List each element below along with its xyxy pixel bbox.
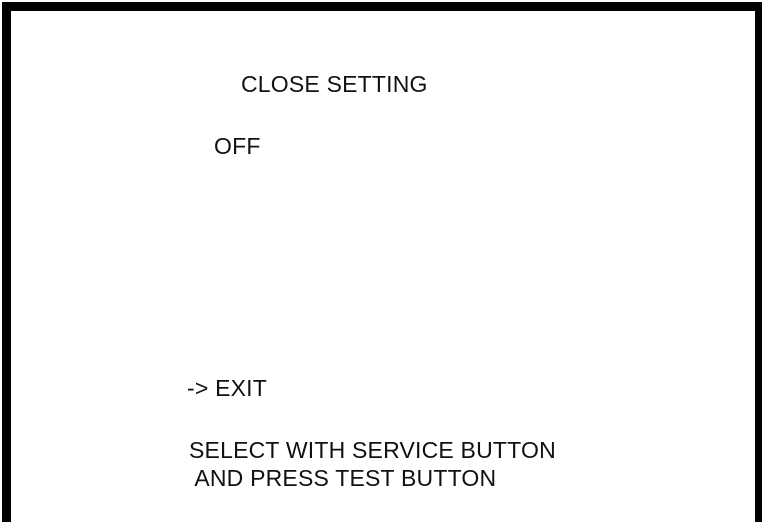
close-setting-value[interactable]: OFF (214, 135, 261, 158)
instruction-line-1: SELECT WITH SERVICE BUTTON (189, 437, 556, 463)
menu-title: CLOSE SETTING (241, 71, 428, 97)
test-menu-screen: CLOSE SETTING OFF -> EXIT SELECT WITH SE… (2, 2, 762, 522)
exit-menu-item[interactable]: -> EXIT (187, 377, 267, 400)
instruction-line-2: AND PRESS TEST BUTTON (189, 465, 497, 491)
